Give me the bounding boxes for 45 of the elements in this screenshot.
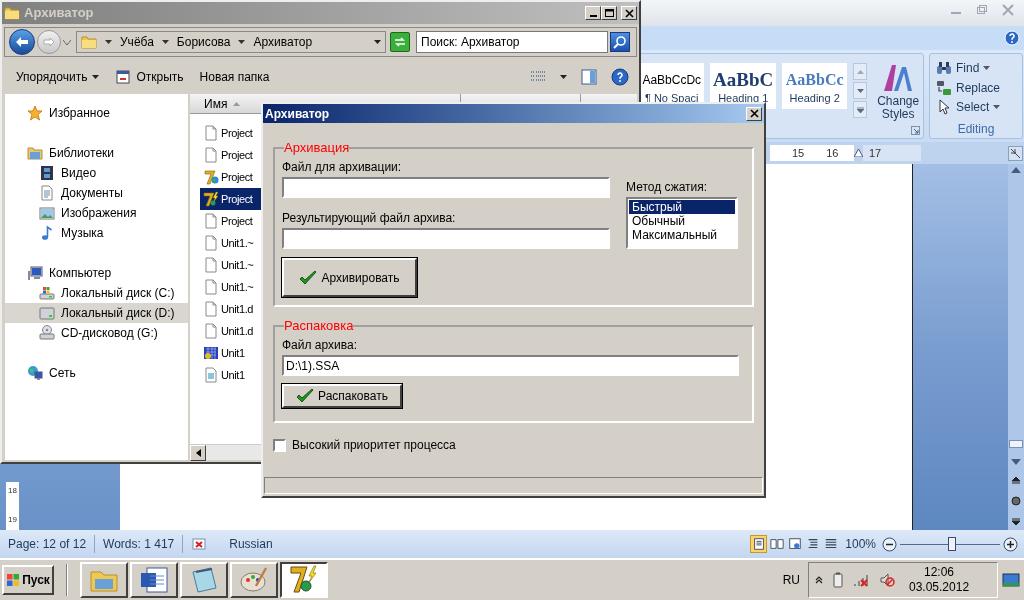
- style-sample: AaBbCc: [785, 70, 844, 90]
- group-title: Editing: [957, 121, 996, 138]
- nav-label: Избранное: [49, 105, 110, 122]
- ruler-number: 18: [8, 486, 17, 495]
- file-name: Unit1.~: [221, 257, 254, 273]
- file-name: Unit1.~: [221, 279, 254, 295]
- field-label: Файл архива:: [282, 337, 358, 353]
- nav-label: Сеть: [49, 365, 76, 382]
- nav-label: Документы: [61, 185, 123, 202]
- file-name: Unit1.d: [221, 323, 254, 339]
- style-sample: AaBbC: [713, 69, 774, 91]
- window-title: Архиватор: [24, 4, 94, 23]
- style-sample: AaBbCcDc: [642, 72, 702, 89]
- file-name: Unit1.~: [221, 235, 254, 251]
- field-label: Метод сжатия:: [626, 179, 709, 195]
- ruler-number: 17: [869, 147, 882, 159]
- nav-label: Компьютер: [49, 265, 112, 282]
- group-title: Архивация: [284, 141, 350, 155]
- ruler-number: 16: [826, 147, 839, 159]
- file-name: Project: [221, 213, 253, 229]
- nav-label: Локальный диск (C:): [61, 285, 175, 302]
- clock-date: 03.05.2012: [909, 580, 970, 595]
- window-title: Архиватор: [265, 105, 330, 123]
- file-name: Unit1: [221, 367, 245, 383]
- style-name: Heading 2: [789, 91, 840, 105]
- file-name: Project: [221, 125, 253, 141]
- nav-label: Видео: [61, 165, 97, 182]
- file-name: Project: [221, 169, 253, 185]
- nav-label: Изображения: [61, 205, 137, 222]
- nav-label: Библиотеки: [49, 145, 114, 162]
- checkbox-label: Высокий приоритет процесса: [292, 437, 456, 453]
- file-name: Project: [221, 147, 253, 163]
- field-label: Результирующий файл архива:: [282, 210, 457, 226]
- file-name: Unit1.d: [221, 301, 254, 317]
- group-title: Распаковка: [284, 319, 354, 333]
- file-name: Project: [221, 191, 253, 207]
- file-name: Unit1: [221, 345, 245, 361]
- field-label: Файл для архивации:: [282, 159, 403, 175]
- ruler-number: 15: [792, 147, 805, 159]
- ruler-number: 19: [8, 515, 17, 524]
- nav-label: CD-дисковод (G:): [61, 325, 158, 342]
- nav-label: Музыка: [61, 225, 104, 242]
- nav-label: Локальный диск (D:): [61, 305, 175, 322]
- clock-time: 12:06: [924, 565, 955, 580]
- style-name: Heading 1: [718, 91, 769, 105]
